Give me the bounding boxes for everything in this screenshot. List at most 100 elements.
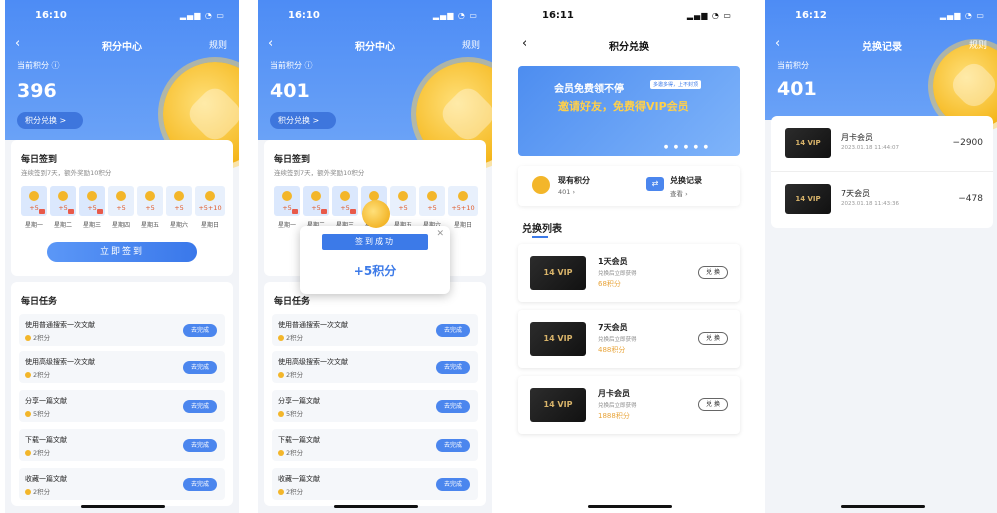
screen-points-center-signed: 16:10 ▂▄▆ ◔ ▭ ‹ 积分中心 规则 当前积分 ⓘ 401 积分兑换 … — [258, 0, 492, 513]
signin-title: 每日签到 — [21, 155, 58, 165]
status-time: 16:11 — [542, 10, 574, 21]
redeem-button[interactable]: 兑 换 — [698, 332, 728, 345]
exchange-arrows-icon: ⇄ — [646, 177, 664, 191]
current-points-value[interactable]: 401 › — [558, 188, 575, 196]
exchange-button[interactable]: 积分兑换 > — [17, 112, 83, 129]
records-list: 14 VIP 月卡会员 2023.01.18 11:44:07 −2900 14… — [771, 116, 993, 228]
home-indicator — [841, 505, 925, 508]
points-label: 当前积分 — [777, 61, 809, 70]
signin-title: 每日签到 — [274, 155, 311, 165]
status-time: 16:10 — [35, 10, 67, 21]
day-item: +5+10 — [448, 186, 478, 216]
signin-card: 每日签到 连续签到7天，额外奖励10积分 +5 +5 +5 +5 +5 +5 +… — [11, 140, 233, 276]
task-go-button[interactable]: 去完成 — [436, 361, 470, 374]
tasks-title: 每日任务 — [21, 297, 58, 307]
popup-points: +5积分 — [353, 264, 397, 278]
product-item: 14 VIP 月卡会员 兑换后立即获得 1888积分 兑 换 — [518, 376, 740, 434]
tasks-card: 每日任务 使用普通搜索一次文献 2积分 去完成 使用高级搜索一次文献 2积分 去完成 分… — [264, 282, 486, 506]
check-icon — [68, 209, 74, 214]
redeem-button[interactable]: 兑 换 — [698, 398, 728, 411]
home-indicator — [334, 505, 418, 508]
task-item: 分享一篇文献 5积分 去完成 — [19, 390, 225, 422]
coin-icon — [340, 191, 350, 201]
coin-icon — [25, 372, 31, 378]
screen-points-exchange: 16:11 ▂▄▆ ◔ ▭ ‹ 积分兑换 会员免费领不停 多邀多得，上不封顶 邀… — [512, 0, 746, 513]
rules-link[interactable]: 规则 — [462, 38, 480, 51]
task-go-button[interactable]: 去完成 — [436, 478, 470, 491]
task-item: 使用普通搜索一次文献 2积分 去完成 — [272, 314, 478, 346]
close-icon[interactable]: ✕ — [436, 229, 444, 239]
task-item: 下载一篇文献 2积分 去完成 — [272, 429, 478, 461]
redeem-button[interactable]: 兑 换 — [698, 266, 728, 279]
coin-icon — [427, 191, 437, 201]
day-name: 星期一 — [24, 222, 43, 229]
day-item: +5+10 — [195, 186, 225, 216]
coin-icon — [362, 200, 390, 228]
exchange-button[interactable]: 积分兑换 > — [270, 112, 336, 129]
rules-link[interactable]: 规则 — [969, 38, 987, 51]
vip-card-image: 14 VIP — [530, 322, 586, 356]
task-go-button[interactable]: 去完成 — [436, 439, 470, 452]
coin-icon — [58, 191, 68, 201]
coin-icon — [25, 335, 31, 341]
day-item: +5 — [21, 186, 47, 216]
signal-wifi-battery-icon: ▂▄▆ ◔ ▭ — [179, 11, 225, 20]
tasks-title: 每日任务 — [274, 297, 311, 307]
vip-card-image: 14 VIP — [785, 128, 831, 158]
history-label: 兑换记录 — [670, 176, 702, 185]
page-title: 兑换记录 — [862, 42, 902, 53]
task-go-button[interactable]: 去完成 — [436, 400, 470, 413]
coin-icon — [311, 191, 321, 201]
day-name: 星期三 — [82, 222, 101, 229]
points-summary: 现有积分 401 › ⇄ 兑换记录 查看 › — [518, 166, 740, 206]
task-item: 使用高级搜索一次文献 2积分 去完成 — [272, 351, 478, 383]
day-name: 星期一 — [277, 222, 296, 229]
screen-exchange-history: 16:12 ▂▄▆ ◔ ▭ ‹ 兑换记录 规则 当前积分 401 14 VIP … — [765, 0, 997, 513]
product-item: 14 VIP 1天会员 兑换后立即获得 68积分 兑 换 — [518, 244, 740, 302]
nav-bar: ‹ 积分中心 规则 — [5, 32, 239, 56]
day-item: +5 — [79, 186, 105, 216]
signin-subtitle: 连续签到7天，额外奖励10积分 — [21, 169, 112, 177]
coin-icon — [278, 450, 284, 456]
day-item: +5 — [108, 186, 134, 216]
page-title: 积分兑换 — [609, 42, 649, 53]
check-icon — [350, 209, 356, 214]
task-go-button[interactable]: 去完成 — [183, 361, 217, 374]
coin-icon — [282, 191, 292, 201]
points-label: 当前积分 ⓘ — [270, 61, 313, 70]
vip-card-image: 14 VIP — [530, 388, 586, 422]
task-item: 下载一篇文献 2积分 去完成 — [19, 429, 225, 461]
day-item: +5 — [419, 186, 445, 216]
status-bar: 16:10 ▂▄▆ ◔ ▭ — [5, 0, 239, 30]
check-icon — [97, 209, 103, 214]
history-link[interactable]: 查看 › — [670, 188, 688, 198]
day-name: 星期六 — [169, 222, 188, 229]
coin-icon — [174, 191, 184, 201]
home-indicator — [81, 505, 165, 508]
nav-bar: ‹ 积分中心 规则 — [258, 32, 492, 56]
record-item: 14 VIP 7天会员 2023.01.18 11:43:36 −478 — [771, 172, 993, 228]
day-name: 星期四 — [111, 222, 130, 229]
task-go-button[interactable]: 去完成 — [183, 478, 217, 491]
signal-wifi-battery-icon: ▂▄▆ ◔ ▭ — [432, 11, 478, 20]
coin-icon — [205, 191, 215, 201]
tasks-card: 每日任务 使用普通搜索一次文献 2积分 去完成 使用高级搜索一次文献 2积分 去完成 分… — [11, 282, 233, 506]
current-points-label: 现有积分 — [558, 176, 590, 185]
signin-button[interactable]: 立即签到 — [47, 242, 197, 262]
carousel-dots: ● ● ● ● ● — [663, 144, 710, 150]
check-icon — [321, 209, 327, 214]
coin-icon — [87, 191, 97, 201]
coin-icon — [29, 191, 39, 201]
task-go-button[interactable]: 去完成 — [183, 324, 217, 337]
status-bar: 16:10 ▂▄▆ ◔ ▭ — [258, 0, 492, 30]
screen-points-center: 16:10 ▂▄▆ ◔ ▭ ‹ 积分中心 规则 当前积分 ⓘ 396 积分兑换 … — [5, 0, 239, 513]
task-go-button[interactable]: 去完成 — [183, 439, 217, 452]
rules-link[interactable]: 规则 — [209, 38, 227, 51]
task-go-button[interactable]: 去完成 — [436, 324, 470, 337]
check-icon — [292, 209, 298, 214]
coin-icon — [278, 372, 284, 378]
promo-banner[interactable]: 会员免费领不停 多邀多得，上不封顶 邀请好友，免费得VIP会员 ● ● ● ● … — [518, 66, 740, 156]
task-go-button[interactable]: 去完成 — [183, 400, 217, 413]
coin-icon — [145, 191, 155, 201]
signal-wifi-battery-icon: ▂▄▆ ◔ ▭ — [686, 11, 732, 20]
